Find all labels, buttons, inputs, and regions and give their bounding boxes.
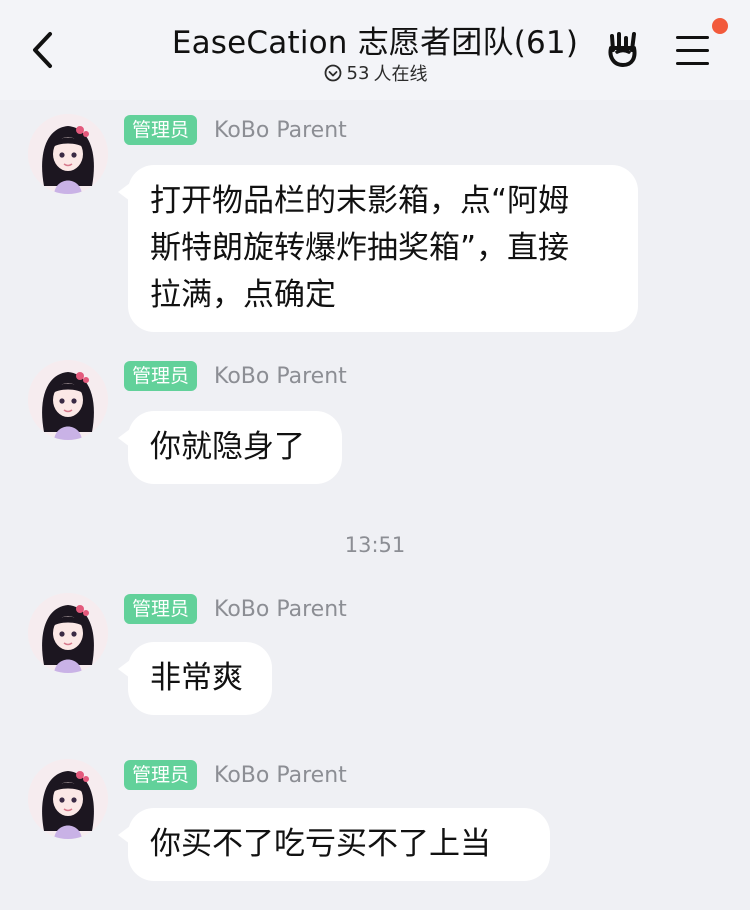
admin-badge: 管理员 bbox=[124, 760, 198, 790]
avatar[interactable] bbox=[28, 360, 108, 440]
notification-dot bbox=[712, 18, 728, 34]
admin-badge: 管理员 bbox=[124, 594, 198, 624]
message-line: 你买不了吃亏买不了上当 bbox=[150, 826, 491, 862]
online-count: 53 bbox=[346, 62, 370, 84]
message-line: 打开物品栏的末影箱，点“阿姆 bbox=[150, 183, 570, 219]
message-bubble[interactable]: 你就隐身了 bbox=[118, 411, 342, 484]
avatar[interactable] bbox=[28, 593, 108, 673]
online-status-icon bbox=[324, 64, 341, 82]
message-line: 你就隐身了 bbox=[150, 429, 305, 465]
avatar[interactable] bbox=[28, 759, 108, 839]
message-bubble[interactable]: 非常爽 bbox=[118, 642, 272, 715]
rock-hand-icon bbox=[608, 32, 637, 67]
message-bubble[interactable]: 打开物品栏的末影箱，点“阿姆 斯特朗旋转爆炸抽奖箱”，直接 拉满，点确定 bbox=[118, 165, 638, 332]
sender-name[interactable]: KoBo Parent bbox=[214, 362, 347, 392]
rock-hand-button[interactable] bbox=[601, 26, 647, 72]
chat-header: EaseCation 志愿者团队(61) 53 人在线 bbox=[0, 0, 750, 100]
sender-name[interactable]: KoBo Parent bbox=[214, 761, 347, 791]
message-line: 非常爽 bbox=[150, 660, 243, 696]
sender-name[interactable]: KoBo Parent bbox=[214, 595, 347, 625]
admin-badge: 管理员 bbox=[124, 361, 198, 391]
message-line: 拉满，点确定 bbox=[150, 277, 336, 313]
message-line: 斯特朗旋转爆炸抽奖箱”，直接 bbox=[150, 230, 570, 266]
time-separator: 13:51 bbox=[344, 533, 406, 557]
avatar[interactable] bbox=[28, 114, 108, 194]
online-suffix: 人在线 bbox=[373, 64, 428, 85]
admin-badge: 管理员 bbox=[124, 115, 198, 145]
sender-name[interactable]: KoBo Parent bbox=[214, 116, 347, 146]
menu-button[interactable] bbox=[668, 18, 728, 74]
message-bubble[interactable]: 你买不了吃亏买不了上当 bbox=[118, 808, 550, 881]
